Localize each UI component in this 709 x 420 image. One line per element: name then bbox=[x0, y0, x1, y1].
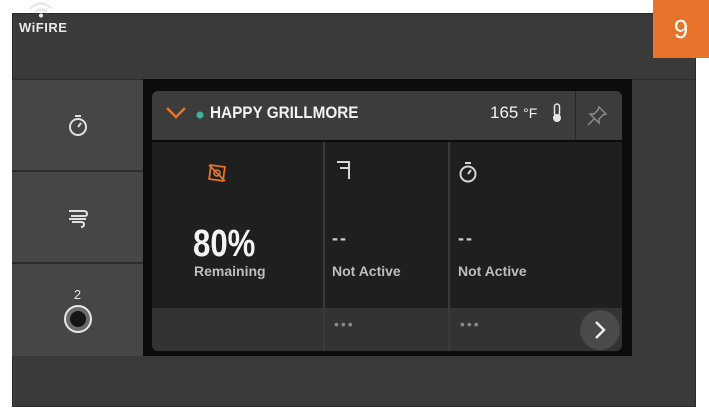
brand-label: WiFIRE bbox=[19, 20, 68, 35]
thermometer-icon bbox=[553, 103, 561, 122]
probe-icon bbox=[337, 161, 350, 179]
status-dot-icon bbox=[196, 111, 204, 119]
grill-panel-footer bbox=[152, 308, 622, 351]
wifi-icon bbox=[29, 2, 53, 18]
chevron-down-icon[interactable] bbox=[165, 105, 187, 121]
pellet-sensor-icon bbox=[208, 164, 226, 182]
divider bbox=[575, 91, 576, 140]
timer-icon bbox=[459, 162, 477, 183]
temperature-unit: °F bbox=[523, 105, 538, 121]
pellet-level-label: Remaining bbox=[194, 263, 266, 279]
chevron-right-icon bbox=[595, 321, 606, 339]
pellet-level-value: 80% bbox=[193, 223, 256, 265]
timer-value: -- bbox=[458, 228, 474, 248]
temperature-value: 165 bbox=[490, 103, 519, 122]
smoke-button[interactable] bbox=[12, 172, 143, 264]
timer-button[interactable] bbox=[12, 80, 143, 172]
probe-number: 2 bbox=[73, 286, 82, 302]
sidebar: 2 bbox=[12, 80, 143, 356]
divider bbox=[323, 142, 325, 351]
more-options-icon[interactable]: ••• bbox=[460, 316, 481, 332]
grill-temperature: 165 °F bbox=[490, 103, 537, 123]
step-badge: 9 bbox=[653, 0, 709, 58]
meat-probe-icon bbox=[63, 304, 92, 333]
divider bbox=[448, 142, 450, 351]
probe-status: Not Active bbox=[332, 263, 401, 279]
grill-name: HAPPY GRILLMORE bbox=[210, 103, 359, 122]
wifire-logo: WiFIRE bbox=[19, 0, 68, 35]
meat-probe-button[interactable]: 2 bbox=[12, 264, 143, 356]
smoke-icon bbox=[68, 210, 88, 228]
probe-value: -- bbox=[332, 228, 348, 248]
next-button[interactable] bbox=[580, 310, 620, 350]
timer-status: Not Active bbox=[458, 263, 527, 279]
pin-icon[interactable] bbox=[586, 105, 608, 127]
more-options-icon[interactable]: ••• bbox=[334, 316, 355, 332]
timer-icon bbox=[68, 115, 87, 136]
